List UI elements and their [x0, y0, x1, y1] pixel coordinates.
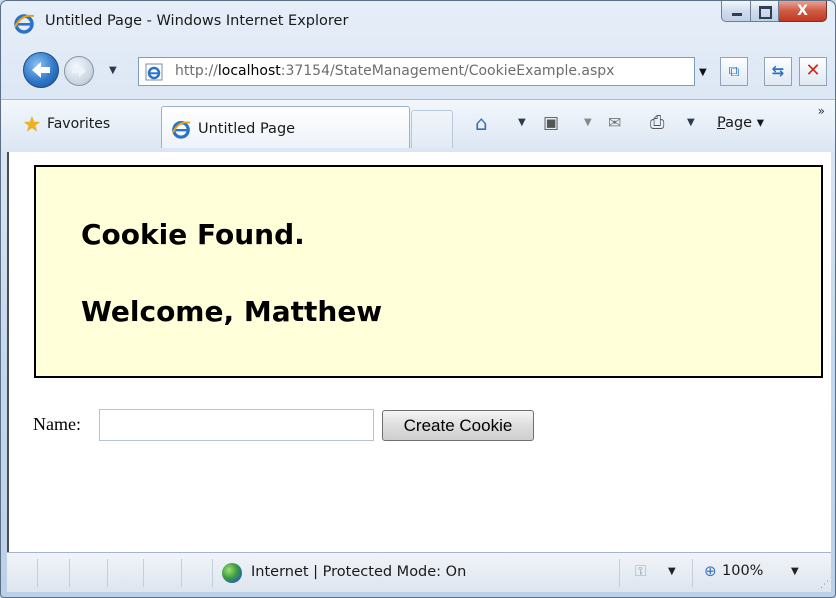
title-bar[interactable]: Untitled Page - Windows Internet Explore…	[1, 1, 835, 45]
create-cookie-button[interactable]: Create Cookie	[382, 410, 534, 441]
print-dropdown-icon[interactable]: ▼	[687, 110, 695, 136]
home-dropdown-icon[interactable]: ▼	[518, 110, 526, 136]
command-bar: ★ Favorites Untitled Page ⌂ ▼ ▣ ▼ ✉ ⎙ ▼ …	[1, 99, 835, 152]
globe-icon	[222, 563, 242, 583]
print-icon[interactable]: ⎙	[650, 110, 664, 136]
resize-grip-icon[interactable]: ⋰	[820, 580, 829, 590]
status-divider	[37, 559, 38, 587]
ie-logo-icon	[171, 121, 191, 139]
welcome-message: Welcome, Matthew	[81, 295, 383, 328]
chevron-more-icon[interactable]: »	[818, 104, 825, 118]
window-title: Untitled Page - Windows Internet Explore…	[45, 13, 349, 29]
stop-button[interactable]: ✕	[799, 57, 827, 86]
status-bar: Internet | Protected Mode: On ⚿ ▼ ⊕ 100%…	[7, 552, 831, 592]
url-path: :37154/StateManagement/CookieExample.asp…	[280, 63, 615, 79]
address-url[interactable]: http://localhost:37154/StateManagement/C…	[175, 63, 614, 79]
feeds-dropdown-icon[interactable]: ▼	[584, 110, 592, 136]
navigation-bar: ▼ http://localhost:37154/StateManagement…	[1, 47, 835, 97]
zoom-dropdown-icon[interactable]: ▼	[791, 566, 799, 577]
status-divider	[107, 559, 108, 587]
mail-icon[interactable]: ✉	[608, 110, 621, 136]
name-label: Name:	[33, 414, 81, 434]
favorites-label: Favorites	[46, 116, 111, 132]
cookie-status-message: Cookie Found.	[81, 218, 305, 251]
compatibility-view-button[interactable]: ⧉	[720, 57, 748, 86]
browser-window: Untitled Page - Windows Internet Explore…	[0, 0, 836, 598]
security-dropdown-icon[interactable]: ▼	[668, 566, 676, 577]
back-arrow-icon	[32, 62, 50, 78]
zoom-level[interactable]: 100%	[722, 563, 763, 579]
new-tab-button[interactable]	[411, 110, 453, 148]
feeds-icon[interactable]: ▣	[543, 110, 559, 136]
maximize-button[interactable]	[751, 1, 779, 22]
status-divider	[212, 559, 213, 587]
status-divider	[619, 559, 620, 587]
recent-pages-dropdown-icon[interactable]: ▼	[109, 65, 117, 76]
status-divider	[692, 559, 693, 587]
page-menu-accesskey: P	[717, 115, 726, 131]
page-menu-label: age ▾	[725, 115, 764, 131]
forward-arrow-icon	[72, 65, 86, 77]
home-icon[interactable]: ⌂	[475, 110, 488, 136]
url-prefix: http://	[175, 63, 218, 79]
ie-logo-icon	[14, 14, 35, 34]
refresh-icon: ⇆	[771, 62, 785, 80]
close-icon: X	[797, 3, 808, 19]
forward-button[interactable]	[64, 56, 94, 86]
address-bar[interactable]: http://localhost:37154/StateManagement/C…	[138, 57, 695, 86]
star-icon: ★	[23, 112, 41, 136]
status-divider	[69, 559, 70, 587]
compatibility-view-icon: ⧉	[728, 62, 740, 80]
stop-icon: ✕	[805, 60, 821, 81]
page-content: Cookie Found. Welcome, Matthew Name: Cre…	[7, 152, 831, 552]
minimize-button[interactable]	[721, 1, 751, 22]
page-menu[interactable]: Page ▾	[717, 110, 764, 136]
url-host: localhost	[217, 63, 281, 79]
address-dropdown-icon[interactable]: ▼	[699, 67, 707, 78]
caption-buttons: X	[721, 1, 827, 23]
zoom-icon[interactable]: ⊕	[704, 562, 717, 580]
name-input[interactable]	[99, 409, 374, 441]
favorites-button[interactable]: ★ Favorites	[23, 110, 110, 138]
message-panel: Cookie Found. Welcome, Matthew	[34, 165, 823, 378]
back-button[interactable]	[23, 52, 59, 88]
ie-page-icon	[145, 63, 163, 81]
close-button[interactable]: X	[779, 1, 827, 22]
status-divider	[181, 559, 182, 587]
tab-label: Untitled Page	[198, 121, 296, 137]
status-divider	[143, 559, 144, 587]
security-icon[interactable]: ⚿	[635, 562, 646, 580]
security-zone-text[interactable]: Internet | Protected Mode: On	[251, 564, 466, 580]
refresh-button[interactable]: ⇆	[764, 57, 792, 86]
tab-untitled-page[interactable]: Untitled Page	[161, 106, 410, 148]
